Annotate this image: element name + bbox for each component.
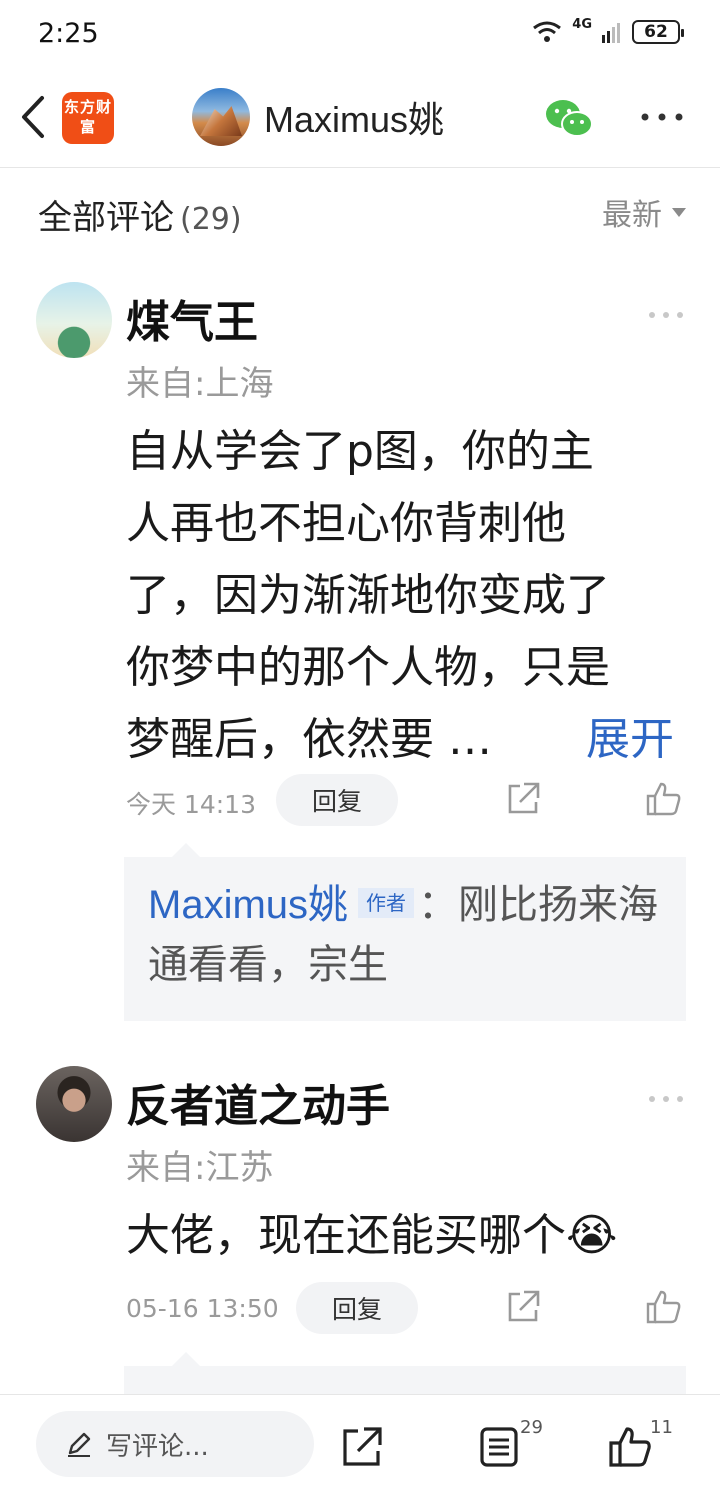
comment-time: 05-16 13:50 xyxy=(126,1294,279,1323)
reply-text: Maximus姚 作者 ：刚比扬来海通看看，宗生 xyxy=(148,875,678,995)
reply-thread[interactable] xyxy=(124,1352,686,1394)
comment-text-line: 自从学会了p图，你的主 xyxy=(126,426,594,477)
avatar[interactable] xyxy=(36,282,112,358)
status-icons: 4G 62 xyxy=(532,16,684,44)
write-comment-placeholder[interactable]: 写评论... xyxy=(106,1426,209,1463)
likes-count-badge: 11 xyxy=(650,1417,673,1438)
comment-text-line: 了，因为渐渐地你变成了 xyxy=(126,570,610,621)
author-header[interactable]: Maximus姚 xyxy=(192,88,444,146)
comment-time: 今天 14:13 xyxy=(126,790,256,819)
comment-location: 来自:江苏 xyxy=(126,1148,274,1188)
comments-icon[interactable] xyxy=(478,1425,522,1469)
share-icon[interactable] xyxy=(504,780,542,818)
bottom-bar: 写评论... 29 11 xyxy=(0,1394,720,1496)
comment-more-icon[interactable] xyxy=(648,1094,684,1104)
like-icon[interactable] xyxy=(644,1288,682,1326)
author-avatar[interactable] xyxy=(192,88,250,146)
comment-location: 来自:上海 xyxy=(126,364,274,404)
like-icon[interactable] xyxy=(644,780,682,818)
pencil-icon xyxy=(68,1432,91,1457)
caret-down-icon xyxy=(672,207,686,217)
comment-text: 自从学会了p图，你的主 人再也不担心你背刺他 了，因为渐渐地你变成了 你梦中的那… xyxy=(126,416,674,776)
status-bar: 2:25 4G 62 xyxy=(0,0,720,70)
signal-icon xyxy=(602,23,620,43)
status-time: 2:25 xyxy=(38,18,99,49)
back-icon[interactable] xyxy=(14,92,54,142)
reply-button[interactable]: 回复 xyxy=(296,1282,418,1334)
reply-button-label[interactable]: 回复 xyxy=(332,1290,382,1326)
battery-icon: 62 xyxy=(632,20,684,44)
reply-author[interactable]: Maximus姚 xyxy=(148,883,348,927)
share-icon[interactable] xyxy=(504,1288,542,1326)
comment-username[interactable]: 煤气王 xyxy=(126,286,258,350)
reply-thread[interactable]: Maximus姚 作者 ：刚比扬来海通看看，宗生 xyxy=(124,843,686,1021)
comment-text-line: 人再也不担心你背刺他 xyxy=(126,498,566,549)
more-options-icon[interactable] xyxy=(640,110,684,124)
expand-link[interactable]: 展开 xyxy=(586,704,674,776)
nav-bar: 东方财富 Maximus姚 xyxy=(0,70,720,168)
reply-button-label[interactable]: 回复 xyxy=(312,782,362,818)
comment-text-line: 你梦中的那个人物，只是 xyxy=(126,642,610,693)
comment-more-icon[interactable] xyxy=(648,310,684,320)
battery-level: 62 xyxy=(644,22,668,42)
wechat-share-icon[interactable] xyxy=(544,98,594,140)
comment-item: 煤气王 来自:上海 自从学会了p图，你的主 人再也不担心你背刺他 了，因为渐渐地… xyxy=(0,282,720,1022)
reply-button[interactable]: 回复 xyxy=(276,774,398,826)
sort-label[interactable]: 最新 xyxy=(602,190,662,234)
comment-text: 大佬，现在还能买哪个😭 xyxy=(126,1210,618,1261)
comment-item: 反者道之动手 来自:江苏 大佬，现在还能买哪个😭 05-16 13:50 回复 xyxy=(0,1066,720,1394)
share-icon[interactable] xyxy=(340,1425,384,1469)
wifi-icon xyxy=(533,21,562,42)
app-logo-text: 东方财富 xyxy=(63,98,112,136)
comments-header: 全部评论 (29) xyxy=(38,190,242,239)
sort-dropdown[interactable]: 最新 xyxy=(602,190,686,234)
author-name[interactable]: Maximus姚 xyxy=(264,91,444,143)
author-badge: 作者 xyxy=(358,888,415,918)
comments-count-badge: 29 xyxy=(520,1417,543,1438)
write-comment-input[interactable]: 写评论... xyxy=(36,1411,314,1477)
app-logo: 东方财富 xyxy=(62,92,114,144)
network-type-label: 4G xyxy=(572,16,592,32)
comments-title: 全部评论 xyxy=(38,198,174,238)
avatar[interactable] xyxy=(36,1066,112,1142)
comments-count: (29) xyxy=(180,202,242,237)
like-icon[interactable] xyxy=(608,1425,652,1469)
comment-username[interactable]: 反者道之动手 xyxy=(126,1070,390,1134)
